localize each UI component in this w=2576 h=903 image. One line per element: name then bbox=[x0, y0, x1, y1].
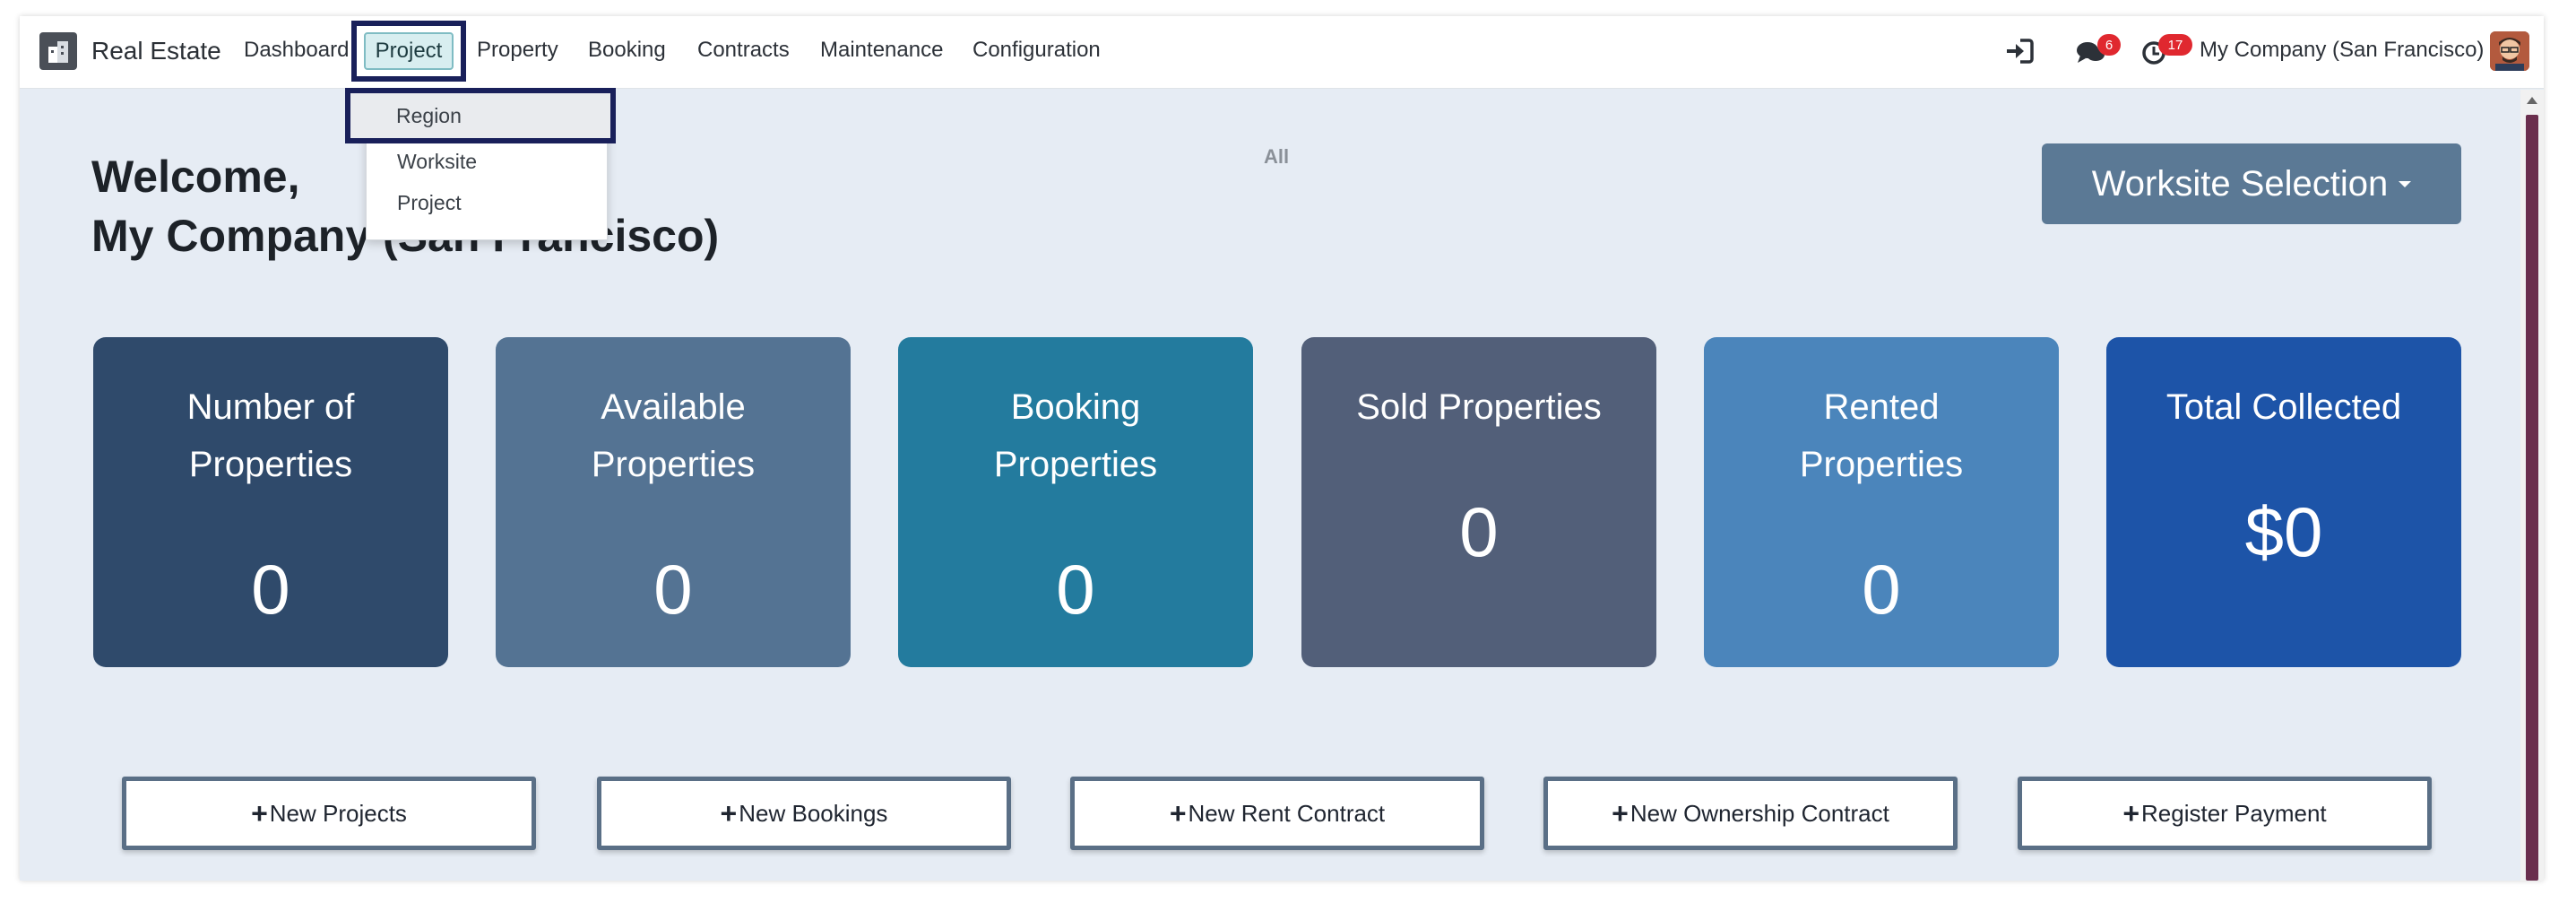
nav-item-maintenance[interactable]: Maintenance bbox=[820, 38, 943, 63]
plus-icon: + bbox=[720, 796, 738, 829]
stat-card-total-collected[interactable]: Total Collected $0 bbox=[2106, 337, 2461, 667]
stat-card-sold-properties[interactable]: Sold Properties 0 bbox=[1301, 337, 1656, 667]
stat-card-available-properties[interactable]: Available Properties 0 bbox=[496, 337, 851, 667]
stat-card-rented-properties[interactable]: Rented Properties 0 bbox=[1704, 337, 2059, 667]
stat-card-value: 0 bbox=[251, 550, 290, 629]
caret-down-icon bbox=[2399, 180, 2412, 187]
stat-card-value: $0 bbox=[2244, 492, 2323, 571]
user-avatar[interactable] bbox=[2490, 31, 2529, 71]
stat-title-line2: Properties bbox=[591, 445, 756, 484]
new-ownership-contract-button[interactable]: + New Ownership Contract bbox=[1543, 777, 1958, 850]
stat-title-line1: Available bbox=[601, 387, 746, 427]
action-label: New Rent Contract bbox=[1188, 799, 1386, 827]
action-label: New Bookings bbox=[739, 799, 888, 827]
action-label: New Ownership Contract bbox=[1629, 799, 1889, 827]
stat-title-line1: Booking bbox=[1010, 387, 1141, 427]
stat-card-title: Total Collected bbox=[2106, 378, 2461, 436]
stat-card-value: 0 bbox=[1056, 550, 1095, 629]
plus-icon: + bbox=[251, 796, 268, 829]
stat-card-number-of-properties[interactable]: Number of Properties 0 bbox=[93, 337, 448, 667]
scroll-up-arrow-icon[interactable] bbox=[2527, 97, 2537, 104]
nav-item-property[interactable]: Property bbox=[477, 38, 558, 63]
top-navbar: Real Estate Dashboard Project Property B… bbox=[20, 16, 2544, 89]
worksite-selection-button[interactable]: Worksite Selection bbox=[2042, 143, 2461, 224]
plus-icon: + bbox=[1169, 796, 1187, 829]
dropdown-item-project[interactable]: Project bbox=[397, 191, 462, 215]
nav-item-contracts[interactable]: Contracts bbox=[697, 38, 790, 63]
stat-card-value: 0 bbox=[1862, 550, 1901, 629]
action-label: Register Payment bbox=[2141, 799, 2327, 827]
nav-item-project[interactable]: Project bbox=[364, 32, 454, 70]
stat-card-title: Available Properties bbox=[496, 378, 851, 493]
building-icon bbox=[39, 32, 77, 70]
stat-title-line1: Number of bbox=[186, 387, 355, 427]
stat-title-line1: Rented bbox=[1823, 387, 1940, 427]
nav-item-dashboard[interactable]: Dashboard bbox=[244, 38, 349, 63]
stat-card-title: Number of Properties bbox=[93, 378, 448, 493]
new-bookings-button[interactable]: + New Bookings bbox=[597, 777, 1011, 850]
scrollbar-thumb[interactable] bbox=[2526, 115, 2538, 881]
stat-card-title: Booking Properties bbox=[898, 378, 1253, 493]
login-icon[interactable] bbox=[2004, 38, 2035, 69]
stat-card-title: Rented Properties bbox=[1704, 378, 2059, 493]
new-rent-contract-button[interactable]: + New Rent Contract bbox=[1070, 777, 1484, 850]
new-projects-button[interactable]: + New Projects bbox=[122, 777, 536, 850]
action-label: New Projects bbox=[269, 799, 407, 827]
app-window: Real Estate Dashboard Project Property B… bbox=[20, 16, 2544, 881]
plus-icon: + bbox=[2122, 796, 2140, 829]
stat-title-line2: Properties bbox=[1799, 445, 1964, 484]
messages-count-badge: 6 bbox=[2097, 34, 2121, 56]
app-name: Real Estate bbox=[91, 37, 221, 65]
stat-card-booking-properties[interactable]: Booking Properties 0 bbox=[898, 337, 1253, 667]
stat-title-line1: Total Collected bbox=[2165, 387, 2402, 427]
stat-card-value: 0 bbox=[653, 550, 693, 629]
company-switcher[interactable]: My Company (San Francisco) bbox=[2200, 38, 2484, 63]
plus-icon: + bbox=[1612, 796, 1629, 829]
stat-card-value: 0 bbox=[1459, 492, 1499, 571]
activities-count-badge: 17 bbox=[2158, 34, 2192, 56]
stat-title-line2: Properties bbox=[188, 445, 353, 484]
brand[interactable]: Real Estate bbox=[39, 32, 221, 70]
dropdown-item-region[interactable]: Region bbox=[345, 88, 616, 143]
dropdown-item-worksite[interactable]: Worksite bbox=[397, 150, 477, 174]
register-payment-button[interactable]: + Register Payment bbox=[2018, 777, 2432, 850]
nav-item-configuration[interactable]: Configuration bbox=[972, 38, 1101, 63]
dropdown-item-region-label: Region bbox=[396, 104, 462, 127]
nav-item-booking[interactable]: Booking bbox=[588, 38, 666, 63]
stat-title-line2: Properties bbox=[993, 445, 1158, 484]
worksite-selection-label: Worksite Selection bbox=[2091, 163, 2389, 204]
stat-card-title: Sold Properties bbox=[1301, 378, 1656, 436]
filter-all-label[interactable]: All bbox=[1264, 145, 1289, 169]
stat-title-line1: Sold Properties bbox=[1356, 387, 1602, 427]
